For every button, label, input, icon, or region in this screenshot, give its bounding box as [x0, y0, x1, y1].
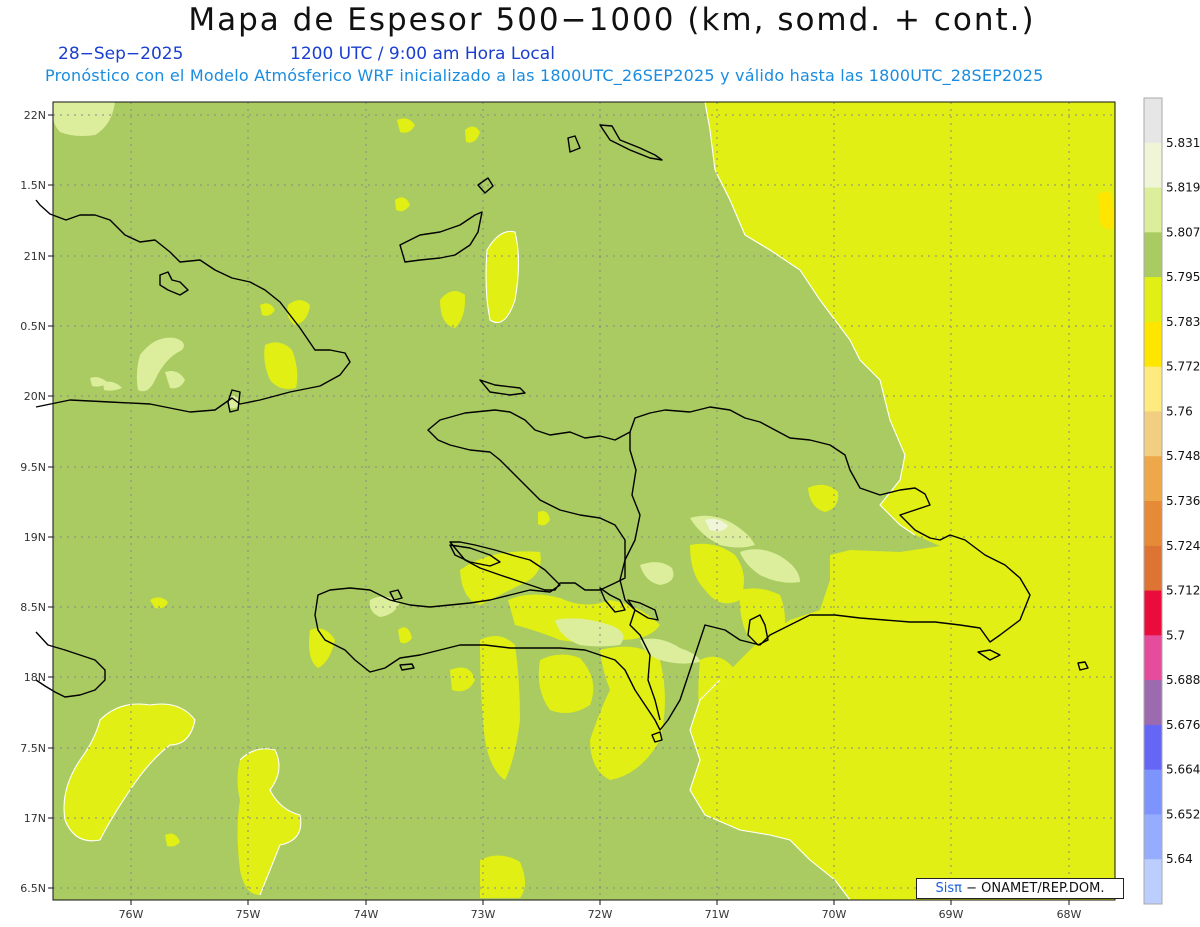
colorbar-swatch: [1144, 680, 1162, 726]
thickness-map: 22N 1.5N 21N 0.5N 20N 9.5N 19N 8.5N 18N 7.5N 17N 6.…: [20, 97, 1200, 921]
lon-label: 74W: [354, 908, 379, 921]
colorbar-label: 5.795: [1166, 270, 1200, 284]
colorbar-swatch: [1144, 545, 1162, 592]
lat-label: 8.5N: [20, 601, 46, 614]
lon-label: 73W: [471, 908, 496, 921]
lat-label: 21N: [24, 250, 46, 263]
colorbar-swatch: [1144, 232, 1162, 278]
lon-label: 70W: [822, 908, 847, 921]
credit-text: − ONAMET/REP.DOM.: [966, 881, 1105, 896]
colorbar-label: 5.712: [1166, 584, 1200, 598]
colorbar-swatch: [1144, 456, 1162, 502]
lon-label: 71W: [705, 908, 730, 921]
colorbar-swatch: [1144, 769, 1162, 815]
colorbar-swatch: [1144, 142, 1162, 189]
lat-label: 19N: [24, 531, 46, 544]
colorbar-label: 5.652: [1166, 807, 1200, 821]
colorbar-label: 5.772: [1166, 360, 1200, 374]
credit-brand: Sisπ: [935, 881, 962, 896]
colorbar-label: 5.807: [1166, 225, 1200, 239]
lat-label: 22N: [24, 109, 46, 122]
colorbar-swatch: [1144, 187, 1162, 233]
colorbar-swatch: [1144, 411, 1162, 457]
colorbar-label: 5.819: [1166, 181, 1200, 195]
colorbar-label: 5.748: [1166, 449, 1200, 463]
colorbar-swatch: [1144, 859, 1162, 905]
colorbar-swatch: [1144, 590, 1162, 636]
colorbar-swatch: [1144, 635, 1162, 681]
lon-label: 68W: [1057, 908, 1082, 921]
longitude-labels: 76W 75W 74W 73W 72W 71W 70W 69W 68W: [119, 908, 1082, 921]
lat-label: 6.5N: [20, 882, 46, 895]
colorbar-swatch: [1144, 366, 1162, 412]
colorbar-label: 5.76: [1166, 404, 1193, 418]
colorbar-swatch: [1144, 98, 1162, 144]
latitude-labels: 22N 1.5N 21N 0.5N 20N 9.5N 19N 8.5N 18N 7.5N 17N 6.…: [20, 109, 46, 895]
colorbar-label: 5.664: [1166, 763, 1200, 777]
colorbar: 5.831 5.819 5.807 5.795 5.783 5.772 5.76 5.748 5…: [1143, 97, 1200, 905]
lat-label: 1.5N: [20, 179, 46, 192]
colorbar-swatch: [1144, 277, 1162, 323]
colorbar-swatch: [1144, 501, 1162, 547]
credit-box: Sisπ − ONAMET/REP.DOM.: [916, 878, 1124, 899]
colorbar-label: 5.7: [1166, 628, 1185, 642]
colorbar-swatch: [1144, 814, 1162, 860]
colorbar-label: 5.736: [1166, 494, 1200, 508]
colorbar-label: 5.676: [1166, 718, 1200, 732]
colorbar-label: 5.831: [1166, 136, 1200, 150]
colorbar-label: 5.688: [1166, 673, 1200, 687]
colorbar-label: 5.64: [1166, 852, 1193, 866]
lat-label: 7.5N: [20, 742, 46, 755]
lat-label: 9.5N: [20, 461, 46, 474]
colorbar-swatch: [1144, 724, 1162, 771]
lat-label: 18N: [24, 671, 46, 684]
colorbar-swatch: [1144, 321, 1162, 368]
lon-label: 72W: [588, 908, 613, 921]
lon-label: 69W: [939, 908, 964, 921]
lat-label: 17N: [24, 812, 46, 825]
colorbar-label: 5.724: [1166, 539, 1200, 553]
lon-label: 75W: [236, 908, 261, 921]
lat-label: 20N: [24, 390, 46, 403]
colorbar-label: 5.783: [1166, 315, 1200, 329]
lon-label: 76W: [119, 908, 144, 921]
lat-label: 0.5N: [20, 320, 46, 333]
